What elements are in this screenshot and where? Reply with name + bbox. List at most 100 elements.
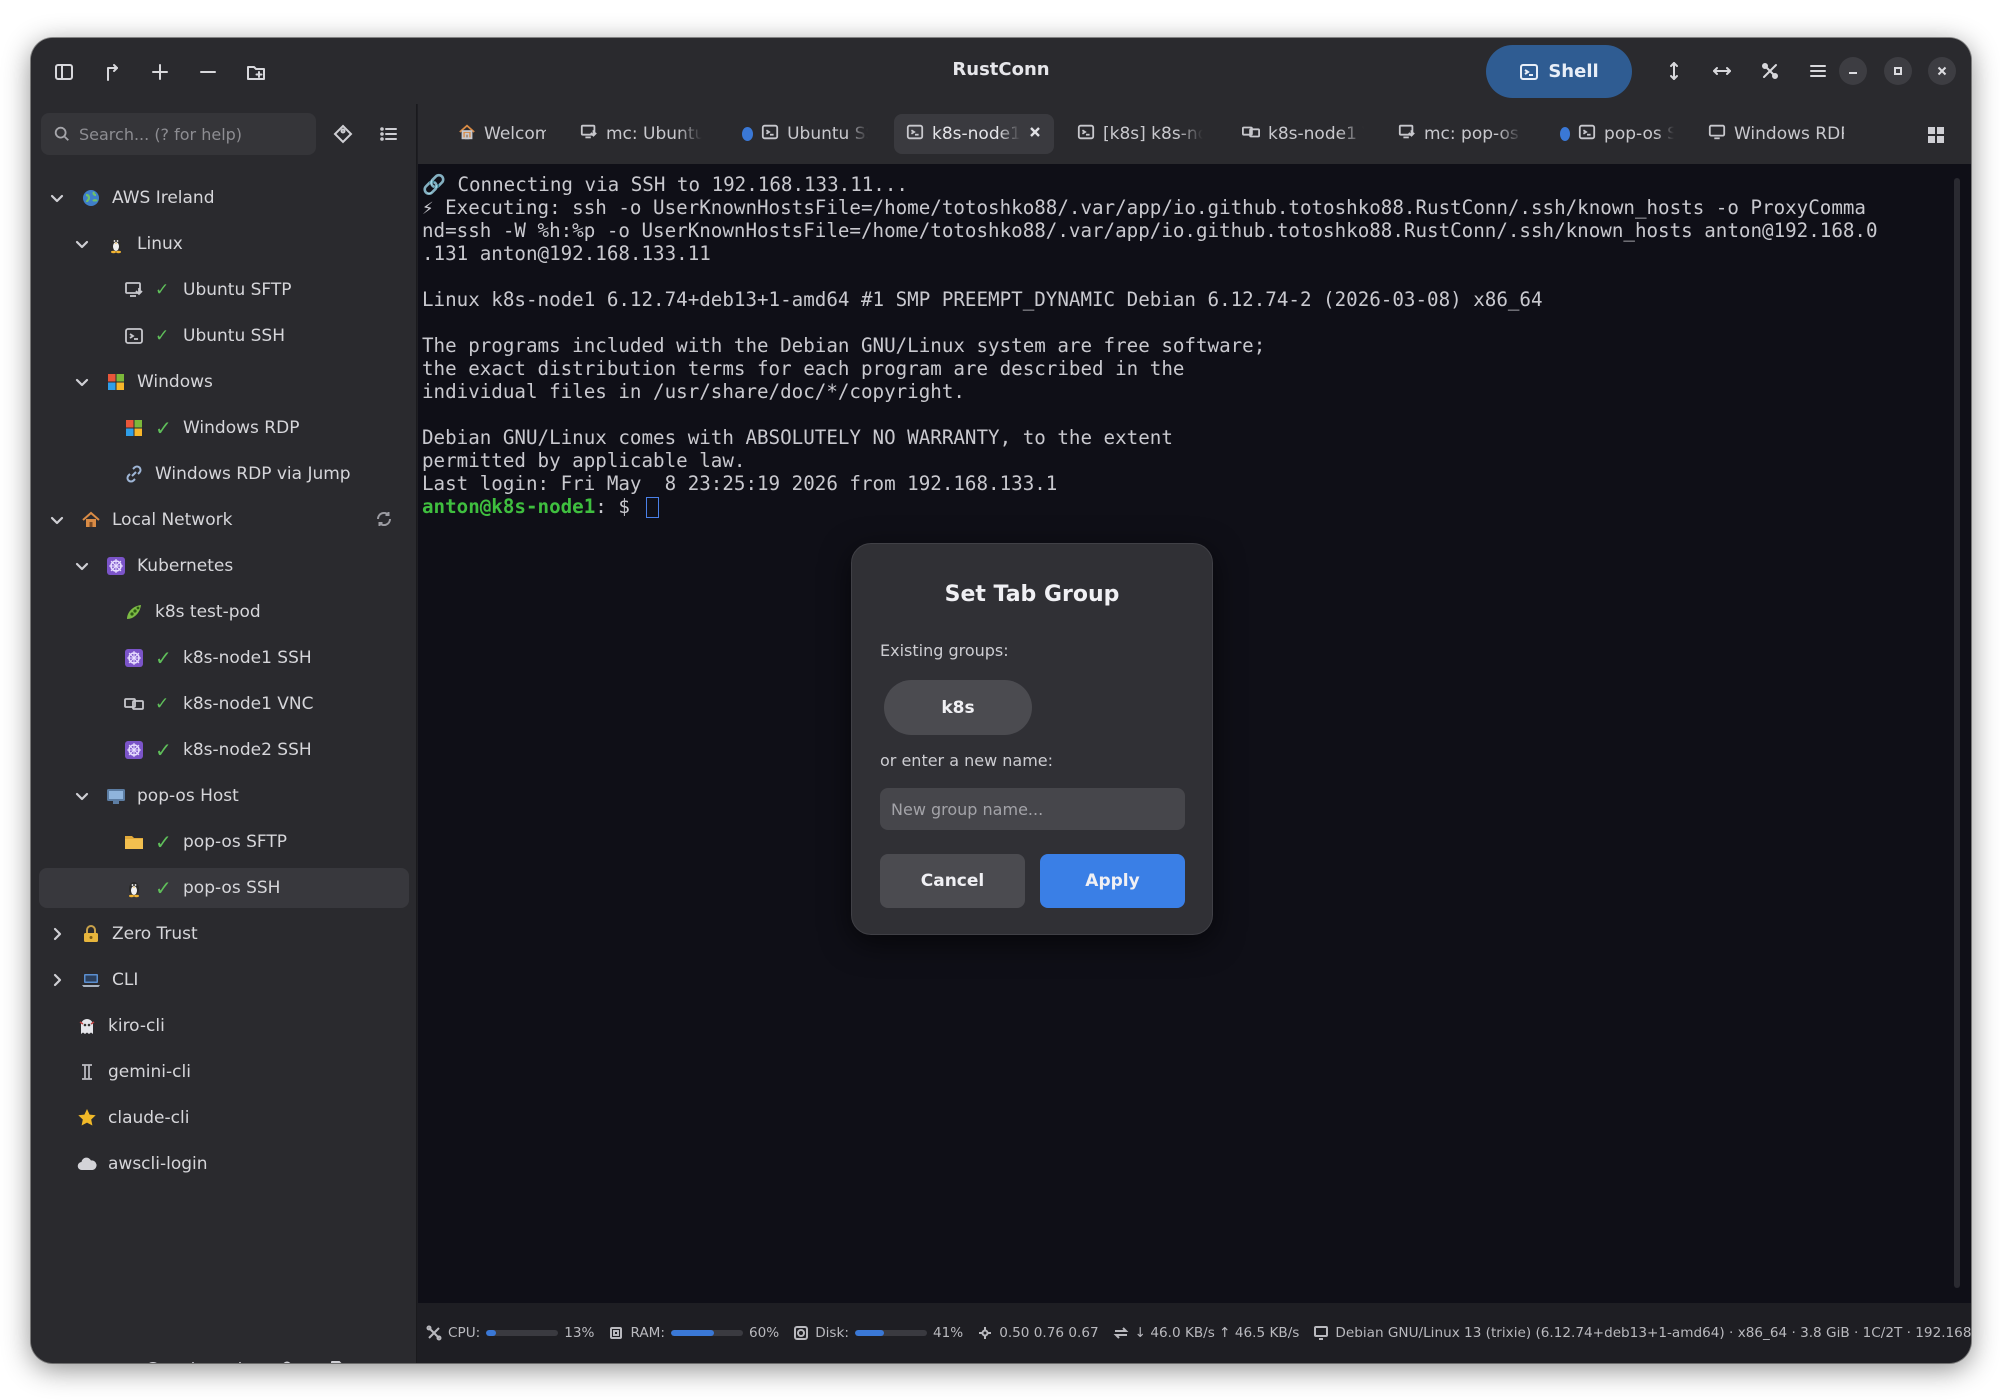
sort-button[interactable] xyxy=(229,1354,261,1363)
chevron-down-icon[interactable] xyxy=(48,189,66,207)
keys-button[interactable] xyxy=(275,1354,307,1363)
tab-overview-icon[interactable] xyxy=(1925,124,1947,146)
terminal-line: The programs included with the Debian GN… xyxy=(422,334,1266,357)
cancel-button[interactable]: Cancel xyxy=(880,854,1025,908)
tree-item[interactable]: ✓ pop-os SSH xyxy=(39,868,409,908)
network-status: ↓ 46.0 KB/s ↑ 46.5 KB/s xyxy=(1113,1325,1299,1341)
tree-item-label: awscli-login xyxy=(108,1154,208,1174)
tree-item-label: k8s test-pod xyxy=(155,602,261,622)
tree-item-label: Windows xyxy=(137,372,213,392)
split-vertical-button[interactable] xyxy=(1654,55,1694,87)
tools-button[interactable] xyxy=(1750,55,1790,87)
tree-item[interactable]: ✓ k8s-node1 VNC xyxy=(123,684,314,724)
tree-sort-button[interactable] xyxy=(183,1354,215,1363)
chevron-down-icon[interactable] xyxy=(73,557,91,575)
tab[interactable]: mc: pop-os SFTP xyxy=(1386,114,1534,154)
group-option-k8s[interactable]: k8s xyxy=(884,680,1032,735)
tab-label: Windows RDP xyxy=(1734,124,1844,144)
search-input[interactable] xyxy=(79,124,299,144)
key-icon xyxy=(283,1361,291,1363)
sftp-icon xyxy=(123,279,145,301)
sidebar-toggle-button[interactable] xyxy=(44,56,84,88)
tree-item[interactable]: ✓ pop-os SFTP xyxy=(123,822,287,862)
add-group-button[interactable] xyxy=(236,56,276,88)
view-mode-button[interactable] xyxy=(373,118,405,150)
close-window-button[interactable] xyxy=(1928,57,1956,85)
tree-item[interactable]: pop-os Host xyxy=(73,776,239,816)
tree-item[interactable]: Windows xyxy=(73,362,213,402)
minimize-button[interactable] xyxy=(1839,57,1867,85)
tab[interactable]: pop-os SSH xyxy=(1548,114,1686,154)
tree-item[interactable]: Kubernetes xyxy=(73,546,233,586)
chevron-right-icon[interactable] xyxy=(48,925,66,943)
tab[interactable]: Welcome xyxy=(446,114,558,154)
close-tab-icon[interactable] xyxy=(1028,124,1042,144)
search-box[interactable] xyxy=(41,113,316,155)
terminal-prompt: anton@k8s-node1: $ xyxy=(422,495,1962,518)
app-window: RustConn Shell Search... (? for help) AW… xyxy=(31,38,1971,1363)
split-horizontal-button[interactable] xyxy=(1702,55,1742,87)
tree-item[interactable]: CLI xyxy=(48,960,138,1000)
existing-groups-label: Existing groups: xyxy=(880,641,1009,660)
chevron-down-icon[interactable] xyxy=(73,373,91,391)
add-connection-button[interactable] xyxy=(140,56,180,88)
split-horizontal-icon xyxy=(1713,67,1731,75)
terminal-icon xyxy=(1077,123,1095,146)
main-menu-button[interactable] xyxy=(1798,55,1838,87)
tree-item[interactable]: ✓ k8s-node1 SSH xyxy=(123,638,312,678)
refresh-icon[interactable] xyxy=(375,510,395,530)
connected-check-icon: ✓ xyxy=(155,416,172,440)
tree-item[interactable]: ✓ Ubuntu SSH xyxy=(123,316,285,356)
tree-item[interactable]: claude-cli xyxy=(76,1098,189,1138)
lock-icon xyxy=(80,923,102,945)
terminal-line: Last login: Fri May 8 23:25:19 2026 from… xyxy=(422,472,1058,495)
tab[interactable]: Windows RDP xyxy=(1696,114,1856,154)
history-button[interactable] xyxy=(137,1354,169,1363)
tree-item[interactable]: awscli-login xyxy=(76,1144,208,1184)
chevron-right-icon[interactable] xyxy=(48,971,66,989)
tab[interactable]: mc: Ubuntu SFTP xyxy=(568,114,714,154)
chevron-down-icon[interactable] xyxy=(73,787,91,805)
tree-item[interactable]: gemini-cli xyxy=(76,1052,191,1092)
tree-item[interactable]: kiro-cli xyxy=(76,1006,165,1046)
quick-connect-button[interactable] xyxy=(92,56,132,88)
tree-item[interactable]: ✓ Windows RDP xyxy=(123,408,299,448)
terminal-scrollbar[interactable] xyxy=(1954,178,1960,1288)
terminal-line: nd=ssh -W %h:%p -o UserKnownHostsFile=/h… xyxy=(422,219,1878,242)
cpu-status: CPU: 13% xyxy=(426,1325,594,1341)
tree-item[interactable]: Windows RDP via Jump xyxy=(123,454,351,494)
filter-button[interactable] xyxy=(327,118,359,150)
tab[interactable]: [k8s] k8s-node1 xyxy=(1065,114,1215,154)
maximize-button[interactable] xyxy=(1884,57,1912,85)
link-icon xyxy=(123,463,145,485)
remove-button[interactable] xyxy=(188,56,228,88)
connected-check-icon: ✓ xyxy=(155,694,170,714)
ram-meter xyxy=(670,1330,743,1336)
document-button[interactable] xyxy=(321,1354,353,1363)
tree-item-label: Ubuntu SSH xyxy=(183,326,285,346)
star-icon xyxy=(76,1107,98,1129)
tree-item[interactable]: Zero Trust xyxy=(48,914,198,954)
tab[interactable]: Ubuntu SSH xyxy=(730,114,880,154)
tree-item[interactable]: Local Network xyxy=(48,500,417,540)
tab-label: k8s-node1 xyxy=(932,124,1020,144)
tree-item[interactable]: Linux xyxy=(73,224,183,264)
chevron-down-icon[interactable] xyxy=(48,511,66,529)
group-name-input[interactable] xyxy=(880,788,1185,830)
apply-button[interactable]: Apply xyxy=(1040,854,1185,908)
tree-item[interactable]: AWS Ireland xyxy=(48,178,215,218)
tab[interactable]: k8s-node1 xyxy=(894,114,1054,154)
ram-value: 60% xyxy=(748,1325,780,1341)
disk-label: Disk: xyxy=(815,1325,849,1341)
tree-item-label: Windows RDP xyxy=(183,418,300,438)
list-button[interactable] xyxy=(91,1354,123,1363)
chevron-down-icon[interactable] xyxy=(73,235,91,253)
tree-item[interactable]: ✓ k8s-node2 SSH xyxy=(123,730,312,770)
tree-item[interactable]: ✓ Ubuntu SFTP xyxy=(123,270,292,310)
tree-item[interactable]: k8s test-pod xyxy=(123,592,261,632)
tab[interactable]: k8s-node1 VNC xyxy=(1230,114,1376,154)
tree-item-label: Zero Trust xyxy=(112,924,198,944)
shell-button[interactable]: Shell xyxy=(1486,45,1632,98)
disk-icon xyxy=(794,1326,809,1340)
